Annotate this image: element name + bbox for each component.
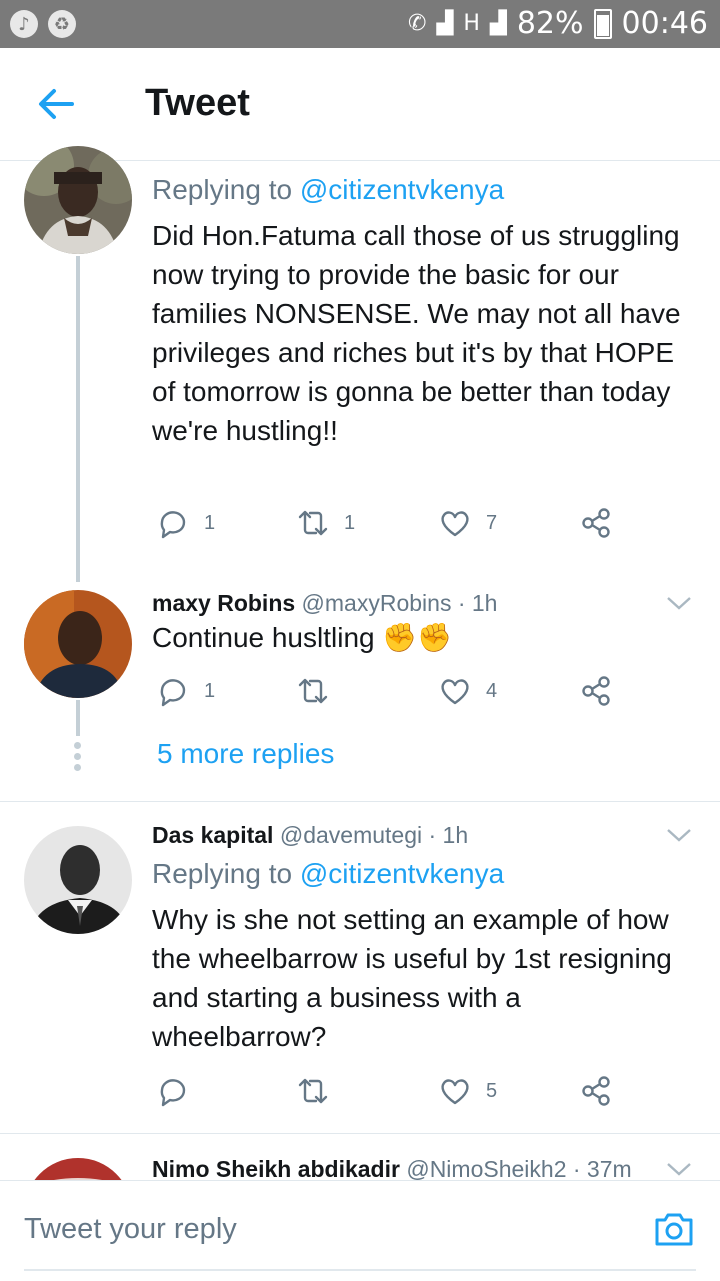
- tweet[interactable]: Nimo Sheikh abdikadir @NimoSheikh2 · 37m: [0, 1140, 720, 1180]
- retweet-button[interactable]: 1: [296, 506, 355, 540]
- timestamp: · 1h: [428, 822, 469, 848]
- app-header: Tweet: [0, 48, 720, 161]
- retweet-button[interactable]: [296, 1074, 344, 1108]
- author-line: Nimo Sheikh abdikadir @NimoSheikh2 · 37m: [152, 1156, 632, 1180]
- timestamp: · 37m: [572, 1156, 632, 1180]
- reply-icon: [160, 511, 186, 539]
- thread-line: [76, 256, 80, 582]
- avatar[interactable]: [24, 590, 132, 698]
- chevron-down-icon[interactable]: [666, 588, 692, 618]
- battery-percent: 82%: [516, 6, 584, 41]
- like-button[interactable]: 5: [438, 1074, 497, 1108]
- tweet-actions: 1 1 7: [152, 506, 632, 546]
- share-button[interactable]: [580, 674, 614, 708]
- avatar[interactable]: [24, 826, 132, 934]
- phone-call-icon: ✆: [408, 11, 427, 36]
- share-button[interactable]: [580, 506, 614, 540]
- cleaner-notification-icon: ♻: [48, 10, 76, 38]
- retweet-icon: [298, 1078, 328, 1104]
- music-notification-icon: ♪: [10, 10, 38, 38]
- timestamp: · 1h: [457, 590, 498, 616]
- display-name[interactable]: maxy Robins: [152, 590, 295, 616]
- mention-link[interactable]: @citizentvkenya: [300, 174, 504, 205]
- tweet[interactable]: Replying to @citizentvkenya Did Hon.Fatu…: [0, 146, 720, 582]
- reply-input[interactable]: [24, 1213, 624, 1246]
- share-icon: [582, 676, 610, 706]
- reply-button[interactable]: 1: [156, 506, 215, 540]
- divider: [0, 1133, 720, 1134]
- reply-icon: [160, 679, 186, 707]
- author-line: maxy Robins @maxyRobins · 1h: [152, 590, 497, 617]
- reply-icon: [160, 1079, 186, 1107]
- display-name[interactable]: Nimo Sheikh abdikadir: [152, 1156, 400, 1180]
- like-button[interactable]: 4: [438, 674, 497, 708]
- signal-icon: ▟: [436, 11, 454, 36]
- handle[interactable]: @maxyRobins: [302, 590, 452, 616]
- chevron-down-icon[interactable]: [666, 1154, 692, 1180]
- status-bar: ♪ ♻ ✆ ▟ H ▟ 82% 00:46: [0, 0, 720, 48]
- divider: [0, 801, 720, 802]
- signal-strength-icon: ▟: [489, 11, 507, 36]
- camera-icon[interactable]: [654, 1211, 694, 1247]
- heart-icon: [441, 1079, 469, 1105]
- tweet-text: Did Hon.Fatuma call those of us struggli…: [152, 220, 681, 446]
- share-icon: [582, 508, 610, 538]
- tweet-actions: 1 4: [152, 674, 632, 714]
- share-button[interactable]: [580, 1074, 614, 1108]
- replying-to: Replying to @citizentvkenya: [152, 858, 505, 889]
- network-type: H: [463, 11, 480, 36]
- retweet-icon: [298, 678, 328, 704]
- display-name[interactable]: Das kapital: [152, 822, 273, 848]
- page-title: Tweet: [145, 82, 250, 124]
- retweet-icon: [298, 510, 328, 536]
- battery-icon: [593, 8, 612, 39]
- mention-link[interactable]: @citizentvkenya: [300, 858, 504, 889]
- avatar[interactable]: [24, 1158, 132, 1180]
- heart-icon: [441, 679, 469, 705]
- retweet-button[interactable]: [296, 674, 344, 708]
- avatar[interactable]: [24, 146, 132, 254]
- input-underline: [24, 1269, 696, 1271]
- tweet-text: Continue husltling ✊✊: [152, 622, 453, 653]
- reply-button[interactable]: 1: [156, 674, 215, 708]
- author-line: Das kapital @davemutegi · 1h: [152, 822, 468, 849]
- thread-dots-icon: [74, 742, 82, 771]
- tweet[interactable]: maxy Robins @maxyRobins · 1h Continue hu…: [0, 580, 720, 800]
- chevron-down-icon[interactable]: [666, 820, 692, 850]
- tweet-text: Why is she not setting an example of how…: [152, 904, 672, 1052]
- tweet-actions: 5: [152, 1074, 632, 1114]
- more-replies-link[interactable]: 5 more replies: [157, 738, 334, 770]
- thread-line: [76, 700, 80, 736]
- replying-to: Replying to @citizentvkenya: [152, 174, 505, 205]
- reply-button[interactable]: [156, 1074, 204, 1108]
- reply-composer: [0, 1180, 720, 1281]
- back-arrow-icon[interactable]: [34, 82, 78, 126]
- handle[interactable]: @davemutegi: [280, 822, 422, 848]
- share-icon: [582, 1076, 610, 1106]
- like-button[interactable]: 7: [438, 506, 497, 540]
- heart-icon: [441, 511, 469, 537]
- handle[interactable]: @NimoSheikh2: [406, 1156, 566, 1180]
- clock: 00:46: [621, 6, 708, 41]
- tweet[interactable]: Das kapital @davemutegi · 1h Replying to…: [0, 812, 720, 1132]
